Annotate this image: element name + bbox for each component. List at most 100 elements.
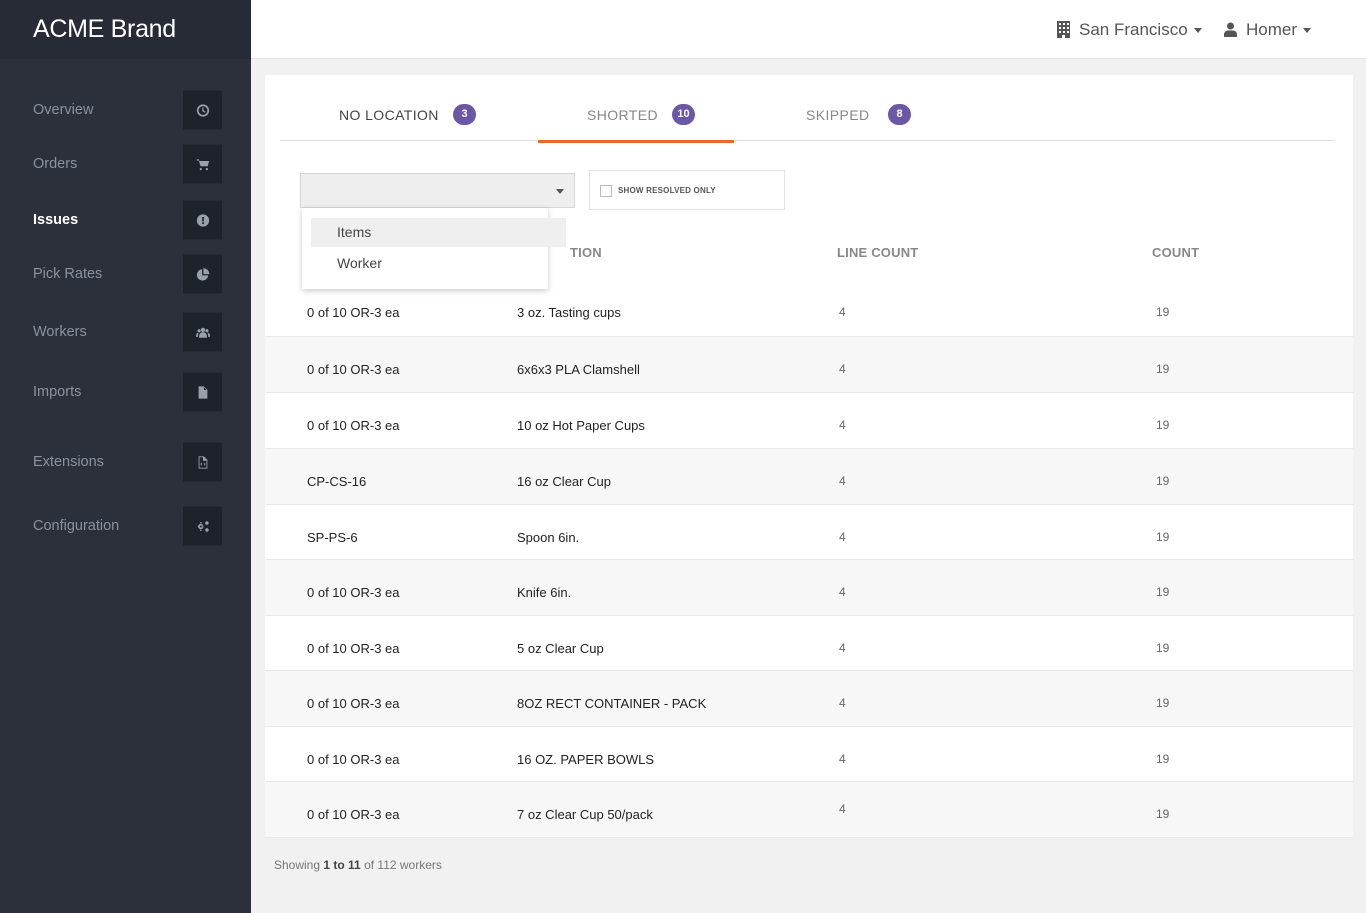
table-row[interactable]: SP-PS-6 Spoon 6in. 4 19: [265, 505, 1353, 560]
resolved-checkbox[interactable]: [600, 185, 612, 197]
cell-location: 0 of 10 OR-3 ea: [307, 752, 400, 767]
cell-line-count: 4: [839, 418, 846, 432]
cell-location: 0 of 10 OR-3 ea: [307, 418, 400, 433]
count-badge: 8: [888, 104, 911, 125]
sidebar-item-overview[interactable]: Overview: [0, 88, 251, 132]
tab-label: NO LOCATION: [339, 107, 439, 123]
sidebar-item-label: Imports: [33, 384, 82, 400]
cell-description: 7 oz Clear Cup 50/pack: [517, 807, 653, 822]
sidebar-item-issues[interactable]: Issues: [0, 198, 251, 242]
user-menu[interactable]: Homer: [1224, 0, 1312, 59]
active-tab-indicator: [538, 140, 734, 143]
sidebar-item-label: Overview: [33, 102, 94, 118]
table-row[interactable]: 0 of 10 OR-3 ea 6x6x3 PLA Clamshell 4 19: [265, 337, 1353, 393]
cell-line-count: 4: [839, 305, 846, 319]
exclamation-icon: [183, 200, 222, 240]
issues-panel: NO LOCATION 3 SHORTED 10 SKIPPED 8 SHOW …: [265, 75, 1353, 838]
pagination-summary: Showing 1 to 11 of 112 workers: [274, 858, 442, 872]
checkbox-label: SHOW RESOLVED ONLY: [618, 186, 716, 195]
sidebar-item-label: Orders: [33, 156, 78, 172]
cell-line-count: 4: [839, 474, 846, 488]
cell-description: 8OZ RECT CONTAINER - PACK: [517, 696, 707, 711]
chevron-down-icon: [1303, 28, 1312, 33]
cell-location: 0 of 10 OR-3 ea: [307, 362, 400, 377]
sidebar-item-orders[interactable]: Orders: [0, 142, 251, 186]
cell-description: Knife 6in.: [517, 585, 572, 600]
table-row[interactable]: CP-CS-16 16 oz Clear Cup 4 19: [265, 449, 1353, 505]
sidebar-item-label: Issues: [33, 212, 79, 228]
cell-count: 19: [1156, 418, 1170, 432]
location-dropdown[interactable]: San Francisco: [1057, 0, 1202, 59]
user-icon: [1224, 22, 1237, 37]
tab-no-location[interactable]: NO LOCATION 3: [310, 75, 480, 143]
chevron-down-icon: [1193, 28, 1202, 33]
table-row[interactable]: 0 of 10 OR-3 ea 10 oz Hot Paper Cups 4 19: [265, 393, 1353, 449]
cell-count: 19: [1156, 474, 1170, 488]
cell-location: 0 of 10 OR-3 ea: [307, 305, 400, 320]
sidebar-item-pick-rates[interactable]: Pick Rates: [0, 252, 251, 296]
summary-middle: of: [360, 858, 378, 872]
cell-line-count: 4: [839, 362, 846, 376]
cell-line-count: 4: [839, 641, 846, 655]
location-label: San Francisco: [1079, 19, 1188, 39]
dropdown-option-worker[interactable]: Worker: [311, 249, 547, 278]
cell-description: 3 oz. Tasting cups: [517, 305, 621, 320]
cell-line-count: 4: [839, 696, 846, 710]
tab-label: SKIPPED: [806, 107, 870, 123]
building-icon: [1057, 21, 1070, 38]
brand-logo[interactable]: ACME Brand: [0, 0, 251, 59]
sidebar-item-configuration[interactable]: Configuration: [0, 504, 251, 548]
table-row[interactable]: 0 of 10 OR-3 ea 8OZ RECT CONTAINER - PACK…: [265, 671, 1353, 727]
sidebar-item-label: Configuration: [33, 518, 120, 534]
cell-count: 19: [1156, 752, 1170, 766]
pie-chart-icon: [183, 254, 222, 294]
top-bar: San Francisco Homer: [251, 0, 1366, 59]
cell-line-count: 4: [839, 530, 846, 544]
cell-description: Spoon 6in.: [517, 530, 580, 545]
tab-shorted[interactable]: SHORTED 10: [538, 75, 734, 143]
column-header-description[interactable]: TION: [570, 245, 602, 260]
tab-bar: NO LOCATION 3 SHORTED 10 SKIPPED 8: [280, 75, 1335, 143]
dropdown-option-items[interactable]: Items: [311, 218, 566, 247]
show-resolved-toggle[interactable]: SHOW RESOLVED ONLY: [589, 170, 785, 210]
cell-count: 19: [1156, 362, 1170, 376]
cell-location: 0 of 10 OR-3 ea: [307, 807, 400, 822]
tab-label: SHORTED: [587, 107, 658, 123]
summary-prefix: Showing: [274, 858, 324, 872]
gears-icon: [183, 506, 222, 546]
sidebar-item-extensions[interactable]: Extensions: [0, 440, 251, 484]
cell-location: SP-PS-6: [307, 530, 358, 545]
table-row[interactable]: 0 of 10 OR-3 ea Knife 6in. 4 19: [265, 560, 1353, 616]
cell-line-count: 4: [839, 585, 846, 599]
cell-description: 5 oz Clear Cup: [517, 641, 604, 656]
cell-count: 19: [1156, 696, 1170, 710]
cell-line-count: 4: [839, 802, 846, 816]
cell-line-count: 4: [839, 752, 846, 766]
count-badge: 3: [453, 104, 476, 125]
column-header-line-count[interactable]: LINE COUNT: [837, 245, 918, 260]
users-icon: [183, 312, 222, 352]
table-row[interactable]: 0 of 10 OR-3 ea 7 oz Clear Cup 50/pack 4 19: [265, 782, 1353, 838]
count-badge: 10: [672, 104, 695, 125]
cell-count: 19: [1156, 530, 1170, 544]
code-file-icon: [183, 442, 222, 482]
cell-location: CP-CS-16: [307, 474, 367, 489]
tab-skipped[interactable]: SKIPPED 8: [780, 75, 940, 143]
sidebar: ACME Brand Overview Orders Issues Pick R…: [0, 0, 251, 913]
column-header-count[interactable]: COUNT: [1152, 245, 1199, 260]
sidebar-item-workers[interactable]: Workers: [0, 310, 251, 354]
cell-count: 19: [1156, 305, 1170, 319]
group-by-select[interactable]: [300, 173, 575, 208]
sidebar-item-label: Pick Rates: [33, 266, 103, 282]
cell-description: 16 OZ. PAPER BOWLS: [517, 752, 655, 767]
table-row[interactable]: 0 of 10 OR-3 ea 5 oz Clear Cup 4 19: [265, 616, 1353, 671]
sidebar-item-label: Extensions: [33, 454, 104, 470]
table-row[interactable]: 0 of 10 OR-3 ea 16 OZ. PAPER BOWLS 4 19: [265, 727, 1353, 782]
cell-location: 0 of 10 OR-3 ea: [307, 696, 400, 711]
cell-description: 16 oz Clear Cup: [517, 474, 611, 489]
summary-range: 1 to 11: [323, 858, 361, 872]
sidebar-item-imports[interactable]: Imports: [0, 370, 251, 414]
group-by-dropdown-menu: Items Worker: [302, 208, 566, 289]
file-icon: [183, 372, 222, 412]
summary-total: 112 workers: [377, 858, 442, 872]
